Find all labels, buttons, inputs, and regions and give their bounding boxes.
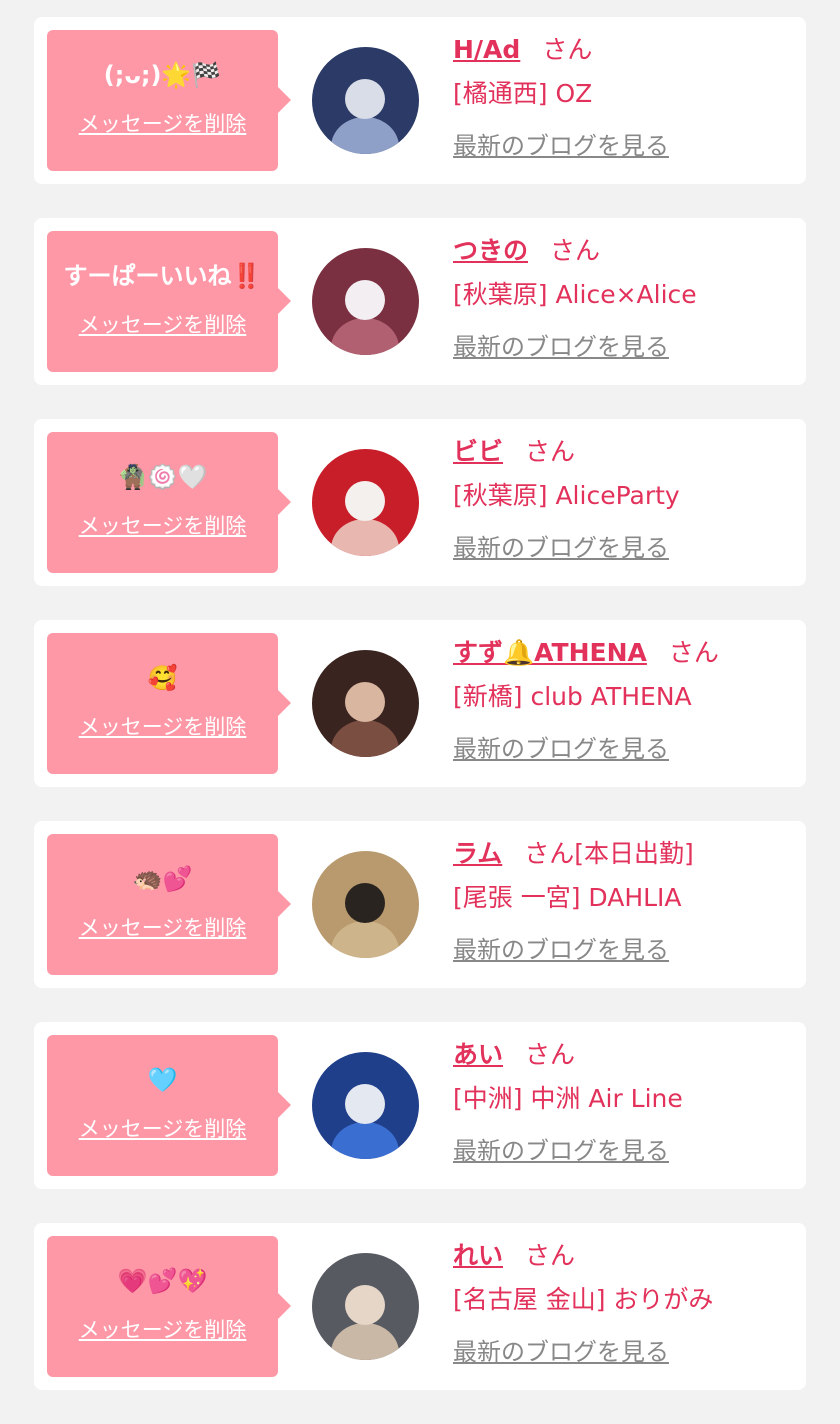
favorite-card: 🧌🍥🤍 メッセージを削除 ビビ さん [秋葉原] AliceParty 最新のブロ… [34,419,806,586]
delete-message-link[interactable]: メッセージを削除 [47,914,278,942]
cast-info: すず🔔ATHENA さん [新橋] club ATHENA 最新のブログを見る [453,635,796,765]
honorific: さん [550,236,601,265]
delete-message-link[interactable]: メッセージを削除 [47,311,278,339]
avatar-photo-blonde[interactable] [312,1253,419,1360]
avatar-photo [312,449,419,556]
cast-info: つきの さん [秋葉原] Alice×Alice 最新のブログを見る [453,233,796,363]
cast-name-link[interactable]: ラム [453,839,502,868]
avatar-photo-white-dress[interactable] [312,248,419,355]
cast-name-line: れい さん [453,1238,796,1274]
honorific: さん [668,638,719,667]
avatar-photo-airport-board[interactable] [312,1052,419,1159]
cast-info: れい さん [名古屋 金山] おりがみ 最新のブログを見る [453,1238,796,1368]
avatar-photo [312,47,419,154]
cast-name-line: H/Ad さん [453,32,796,68]
message-bubble: 💗💕💖 メッセージを削除 [47,1236,291,1377]
avatar-photo [312,1253,419,1360]
cast-name-line: ビビ さん [453,434,796,470]
avatar-photo [312,650,419,757]
avatar-photo [312,1052,419,1159]
cast-info: H/Ad さん [橘通西] OZ 最新のブログを見る [453,32,796,162]
avatar-photo [312,248,419,355]
avatar-photo-portrait[interactable] [312,650,419,757]
message-bubble: すーぱーいいね‼️ メッセージを削除 [47,231,291,372]
cast-info: あい さん [中洲] 中洲 Air Line 最新のブログを見る [453,1037,796,1167]
cast-name-link[interactable]: ビビ [453,437,503,466]
delete-message-link[interactable]: メッセージを削除 [47,1115,278,1143]
message-text: 🥰 [147,664,178,692]
shop-name: [秋葉原] AliceParty [453,481,680,510]
shop-name: [名古屋 金山] おりがみ [453,1285,714,1314]
latest-blog-link[interactable]: 最新のブログを見る [453,1135,669,1167]
favorite-card: すーぱーいいね‼️ メッセージを削除 つきの さん [秋葉原] Alice×Ali… [34,218,806,385]
message-bubble: 🩵 メッセージを削除 [47,1035,291,1176]
message-text: すーぱーいいね‼️ [63,262,262,290]
delete-message-link[interactable]: メッセージを削除 [47,713,278,741]
message-text: 🩵 [147,1066,178,1094]
shop-name: [尾張 一宮] DAHLIA [453,883,682,912]
favorite-card: 🩵 メッセージを削除 あい さん [中洲] 中洲 Air Line 最新のブログを… [34,1022,806,1189]
attendance-status: [本日出勤] [574,839,694,868]
message-text: 🦔💕 [132,865,193,893]
favorite-card: 💗💕💖 メッセージを削除 れい さん [名古屋 金山] おりがみ 最新のブログを見… [34,1223,806,1390]
latest-blog-link[interactable]: 最新のブログを見る [453,130,669,162]
cast-name-line: ラム さん[本日出勤] [453,836,796,872]
shop-name: [中洲] 中洲 Air Line [453,1084,683,1113]
latest-blog-link[interactable]: 最新のブログを見る [453,331,669,363]
cast-name-line: すず🔔ATHENA さん [453,635,796,671]
message-bubble: (;ᴗ;)🌟🏁 メッセージを削除 [47,30,291,171]
cast-name-link[interactable]: つきの [453,236,528,265]
cast-name-link[interactable]: H/Ad [453,35,520,64]
avatar-photo [312,851,419,958]
cast-info: ラム さん[本日出勤] [尾張 一宮] DAHLIA 最新のブログを見る [453,836,796,966]
shop-name: [橘通西] OZ [453,79,593,108]
shop-name: [秋葉原] Alice×Alice [453,280,697,309]
latest-blog-link[interactable]: 最新のブログを見る [453,934,669,966]
favorite-card: 🦔💕 メッセージを削除 ラム さん[本日出勤] [尾張 一宮] DAHLIA 最新… [34,821,806,988]
latest-blog-link[interactable]: 最新のブログを見る [453,733,669,765]
delete-message-link[interactable]: メッセージを削除 [47,1316,278,1344]
delete-message-link[interactable]: メッセージを削除 [47,512,278,540]
favorites-list: (;ᴗ;)🌟🏁 メッセージを削除 H/Ad さん [橘通西] OZ 最新のブログを… [34,17,806,1424]
cast-name-link[interactable]: あい [453,1040,503,1069]
favorite-card: (;ᴗ;)🌟🏁 メッセージを削除 H/Ad さん [橘通西] OZ 最新のブログを… [34,17,806,184]
message-text: (;ᴗ;)🌟🏁 [103,61,222,89]
avatar-photo-red-dress[interactable] [312,449,419,556]
message-text: 🧌🍥🤍 [117,463,208,491]
message-bubble: 🥰 メッセージを削除 [47,633,291,774]
cast-info: ビビ さん [秋葉原] AliceParty 最新のブログを見る [453,434,796,564]
cast-name-line: つきの さん [453,233,796,269]
latest-blog-link[interactable]: 最新のブログを見る [453,532,669,564]
cast-name-line: あい さん [453,1037,796,1073]
message-text: 💗💕💖 [117,1267,208,1295]
latest-blog-link[interactable]: 最新のブログを見る [453,1336,669,1368]
honorific: さん [525,1241,576,1270]
honorific: さん [542,35,593,64]
honorific: さん [525,437,576,466]
favorite-card: 🥰 メッセージを削除 すず🔔ATHENA さん [新橋] club ATHENA … [34,620,806,787]
honorific: さん [525,1040,576,1069]
delete-message-link[interactable]: メッセージを削除 [47,110,278,138]
avatar-photo-hair-closeup[interactable] [312,851,419,958]
message-bubble: 🧌🍥🤍 メッセージを削除 [47,432,291,573]
shop-name: [新橋] club ATHENA [453,682,692,711]
cast-name-link[interactable]: すず🔔ATHENA [453,638,647,667]
cast-name-link[interactable]: れい [453,1241,503,1270]
message-bubble: 🦔💕 メッセージを削除 [47,834,291,975]
honorific: さん [524,839,575,868]
avatar-photo-white-suit[interactable] [312,47,419,154]
